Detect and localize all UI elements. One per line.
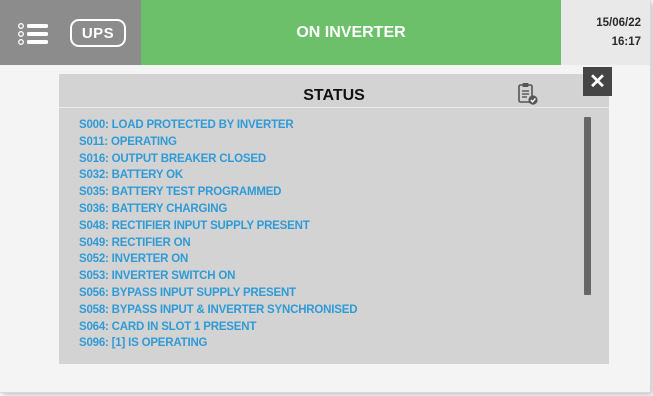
list-item: S000: LOAD PROTECTED BY INVERTER <box>79 119 294 131</box>
list-item: S011: OPERATING <box>79 135 177 148</box>
list-item: S035: BATTERY TEST PROGRAMMED <box>79 186 282 199</box>
date-time-display: 15/06/22 16:17 <box>561 0 650 65</box>
list-item: S096: [1] IS OPERATING <box>79 337 208 350</box>
top-bar: UPS ON INVERTER 15/06/22 16:17 <box>0 0 650 65</box>
date-text: 15/06/22 <box>596 16 641 29</box>
time-text: 16:17 <box>611 35 641 48</box>
list-menu-icon[interactable] <box>16 20 52 48</box>
list-item: S036: BATTERY CHARGING <box>79 202 228 215</box>
list-item: S032: BATTERY OK <box>79 169 183 182</box>
panel-divider <box>59 107 609 108</box>
close-button[interactable]: ✕ <box>583 67 612 96</box>
ups-button[interactable]: UPS <box>70 19 126 47</box>
close-icon: ✕ <box>589 71 606 93</box>
list-item: S016: OUTPUT BREAKER CLOSED <box>79 152 266 165</box>
list-item: S048: RECTIFIER INPUT SUPPLY PRESENT <box>79 219 310 232</box>
ups-screen: UPS ON INVERTER 15/06/22 16:17 STATUS S0… <box>0 0 651 393</box>
list-item: S056: BYPASS INPUT SUPPLY PRESENT <box>79 286 296 299</box>
scrollbar[interactable] <box>584 117 591 295</box>
list-item: S053: INVERTER SWITCH ON <box>79 270 236 283</box>
list-item: S058: BYPASS INPUT & INVERTER SYNCHRONIS… <box>79 303 358 316</box>
status-list[interactable]: S000: LOAD PROTECTED BY INVERTER S011: O… <box>79 117 579 364</box>
status-panel: STATUS S000: LOAD PROTECTED BY INVERTER … <box>59 74 609 364</box>
list-item: S064: CARD IN SLOT 1 PRESENT <box>79 320 257 333</box>
clipboard-check-icon[interactable] <box>517 82 539 106</box>
operating-state-text: ON INVERTER <box>296 23 406 41</box>
operating-state-banner: ON INVERTER <box>141 0 561 65</box>
list-item: S052: INVERTER ON <box>79 253 189 266</box>
list-item: S049: RECTIFIER ON <box>79 236 191 249</box>
